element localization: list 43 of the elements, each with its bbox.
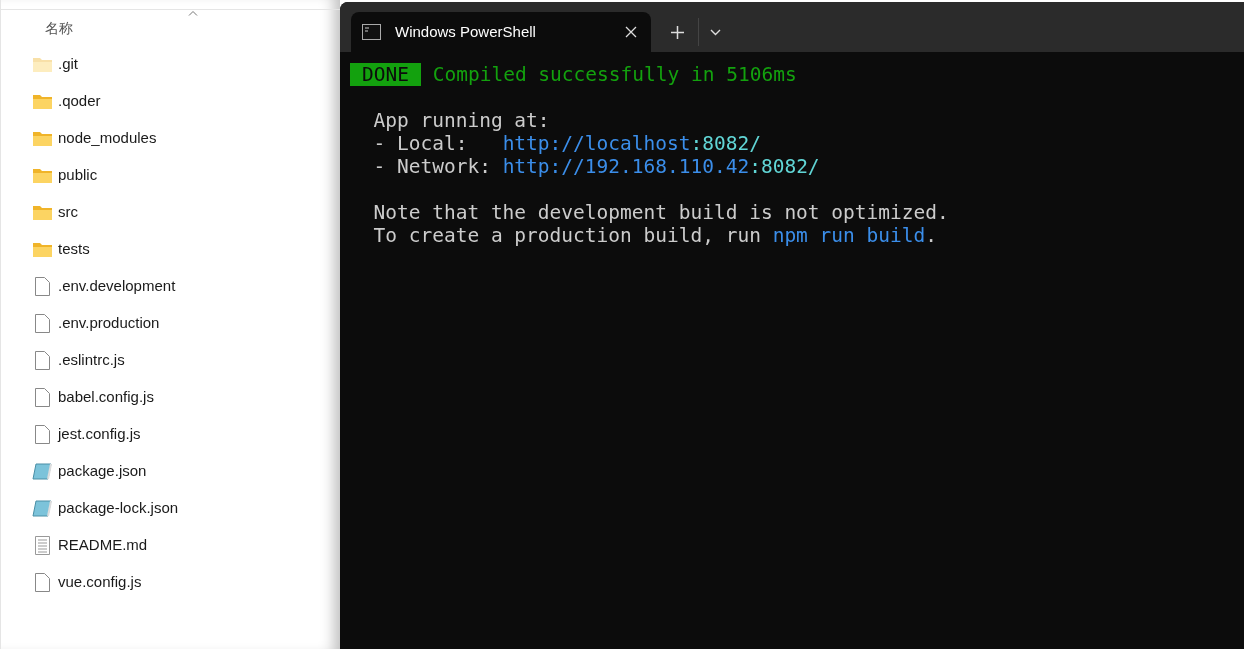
file-list-item[interactable]: .git <box>1 46 340 83</box>
dropdown-caret-icon[interactable] <box>710 28 721 36</box>
folder-icon <box>32 57 52 72</box>
file-list-item[interactable]: README.md <box>1 527 340 564</box>
file-list-item[interactable]: .qoder <box>1 83 340 120</box>
terminal-line: DONE Compiled successfully in 5106ms <box>350 63 1244 86</box>
close-icon[interactable] <box>625 26 637 38</box>
folder-icon <box>32 168 52 183</box>
sort-caret-icon <box>188 10 198 16</box>
file-list-item[interactable]: jest.config.js <box>1 416 340 453</box>
file-list-item[interactable]: .env.production <box>1 305 340 342</box>
file-list-item[interactable]: node_modules <box>1 120 340 157</box>
file-icon <box>34 425 50 444</box>
terminal-line: Note that the development build is not optimized. <box>372 201 950 224</box>
terminal-line: App running at: <box>372 109 551 132</box>
folder-icon <box>32 205 52 220</box>
name-column-header[interactable]: 名称 <box>45 17 73 39</box>
file-list-item[interactable]: .env.development <box>1 268 340 305</box>
notepad-icon <box>32 463 52 480</box>
folder-icon <box>32 94 52 109</box>
file-icon <box>34 388 50 407</box>
file-icon <box>34 573 50 592</box>
terminal-line: To create a production build, run npm run build. <box>372 224 938 247</box>
terminal-icon <box>362 24 381 40</box>
folder-icon <box>32 242 52 257</box>
file-icon <box>34 277 50 296</box>
file-icon <box>34 351 50 370</box>
text-file-icon <box>34 536 50 555</box>
file-list-item[interactable]: .eslintrc.js <box>1 342 340 379</box>
file-list-item[interactable]: public <box>1 157 340 194</box>
file-list-item[interactable]: vue.config.js <box>1 564 340 601</box>
new-tab-icon[interactable] <box>671 25 684 39</box>
folder-icon <box>32 131 52 146</box>
file-list-item[interactable]: babel.config.js <box>1 379 340 416</box>
terminal-line: - Local: http://localhost:8082/ <box>372 132 762 155</box>
file-list-item[interactable]: package-lock.json <box>1 490 340 527</box>
file-list-item[interactable]: package.json <box>1 453 340 490</box>
notepad-icon <box>32 500 52 517</box>
file-list-item[interactable]: src <box>1 194 340 231</box>
terminal-tab[interactable]: Windows PowerShell <box>351 12 651 52</box>
file-list-item[interactable]: tests <box>1 231 340 268</box>
terminal-line: - Network: http://192.168.110.42:8082/ <box>372 155 821 178</box>
file-icon <box>34 314 50 333</box>
